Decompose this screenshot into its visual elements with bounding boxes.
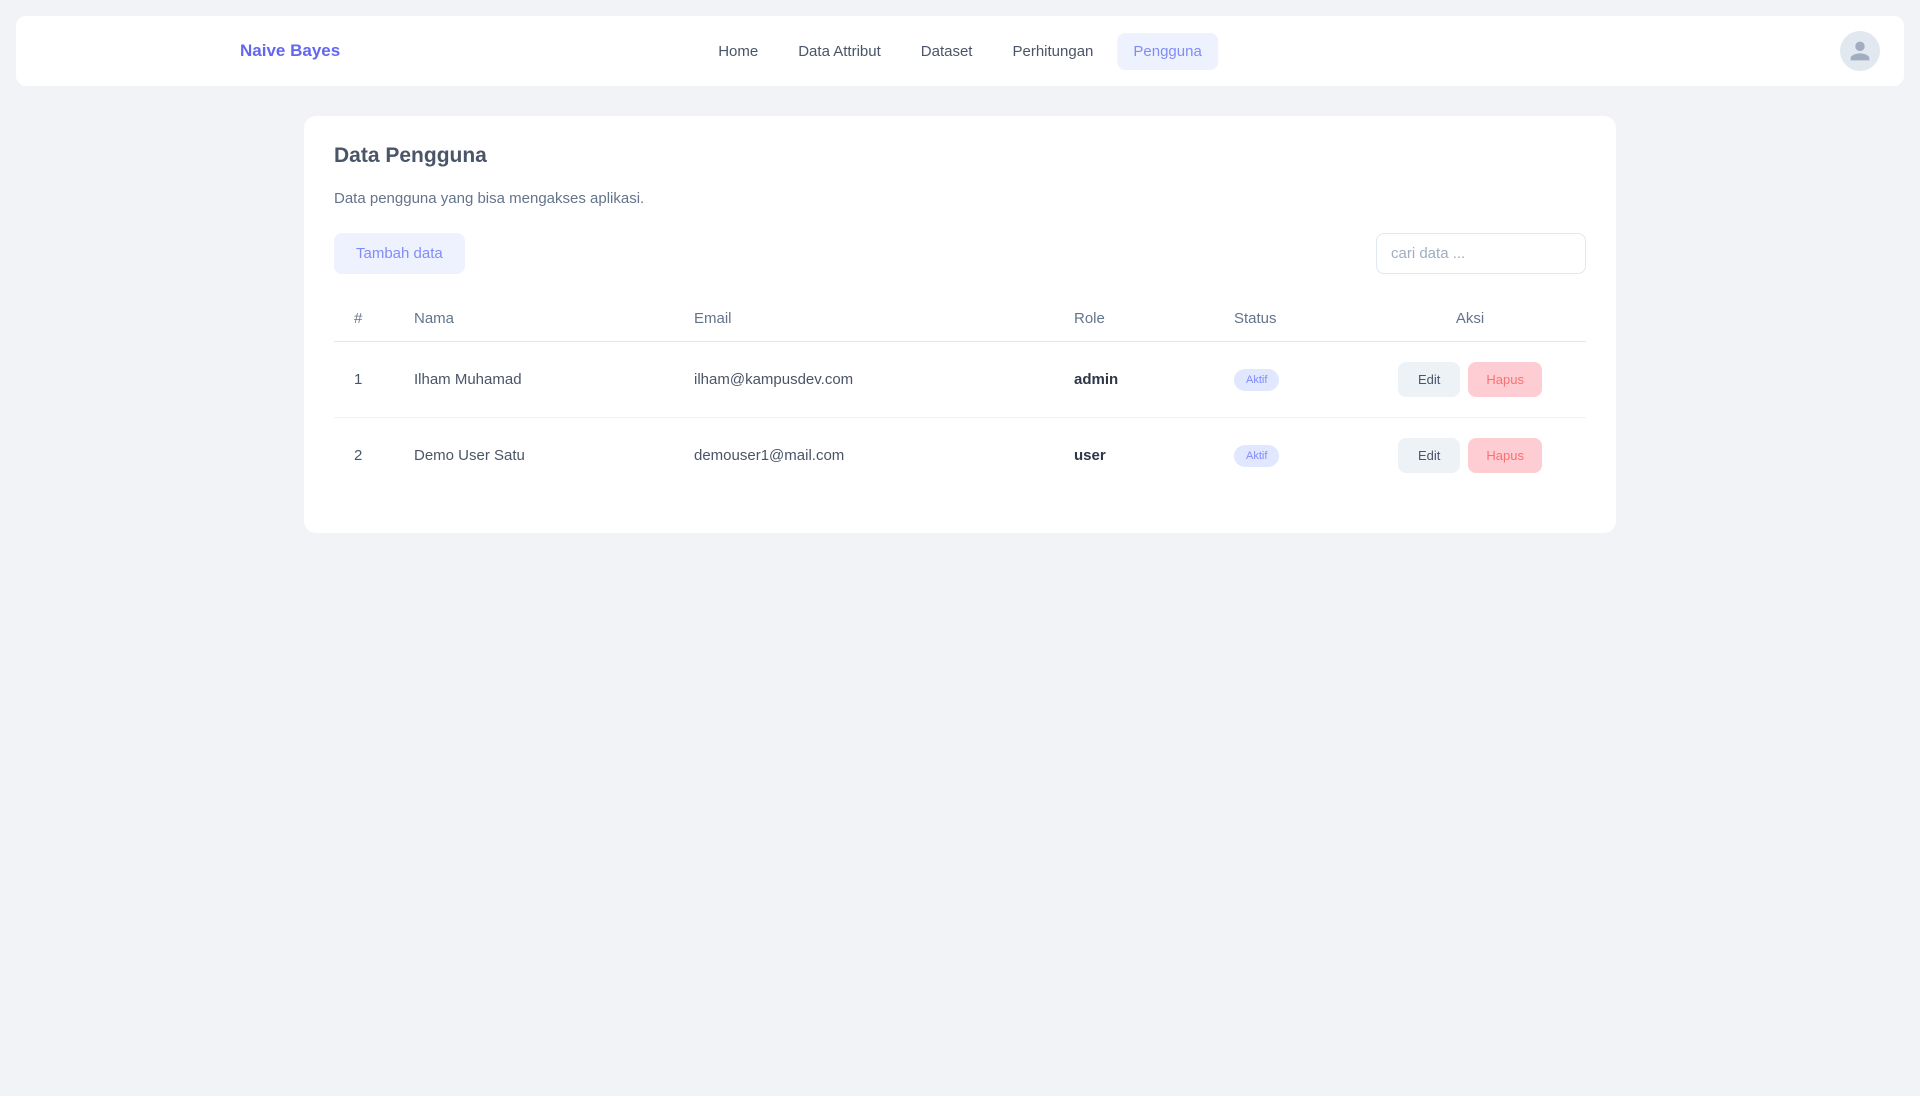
cell-role: user: [1074, 447, 1106, 464]
add-data-button[interactable]: Tambah data: [334, 233, 465, 274]
user-avatar[interactable]: [1840, 31, 1880, 71]
cell-name: Ilham Muhamad: [394, 342, 674, 418]
action-group: Edit Hapus: [1374, 438, 1566, 473]
main-card: Data Pengguna Data pengguna yang bisa me…: [304, 116, 1616, 533]
table-header-status: Status: [1214, 296, 1354, 342]
delete-button[interactable]: Hapus: [1468, 438, 1542, 473]
users-table: # Nama Email Role Status Aksi 1 Ilham Mu…: [334, 296, 1586, 493]
status-badge: Aktif: [1234, 445, 1279, 467]
cell-name: Demo User Satu: [394, 418, 674, 494]
nav-item-pengguna[interactable]: Pengguna: [1117, 33, 1217, 70]
search-input[interactable]: [1376, 233, 1586, 274]
cell-num: 2: [334, 418, 394, 494]
nav-item-perhitungan[interactable]: Perhitungan: [996, 33, 1109, 70]
page-subtitle: Data pengguna yang bisa mengakses aplika…: [334, 190, 1586, 207]
main-nav: Home Data Attribut Dataset Perhitungan P…: [702, 33, 1218, 70]
nav-item-data-attribut[interactable]: Data Attribut: [782, 33, 897, 70]
avatar-icon: [1846, 37, 1874, 65]
cell-email: demouser1@mail.com: [674, 418, 1054, 494]
table-header-num: #: [334, 296, 394, 342]
toolbar: Tambah data: [334, 233, 1586, 274]
table-header-email: Email: [674, 296, 1054, 342]
table-header-name: Nama: [394, 296, 674, 342]
nav-item-home[interactable]: Home: [702, 33, 774, 70]
nav-item-dataset[interactable]: Dataset: [905, 33, 989, 70]
action-group: Edit Hapus: [1374, 362, 1566, 397]
table-row: 1 Ilham Muhamad ilham@kampusdev.com admi…: [334, 342, 1586, 418]
table-header-action: Aksi: [1354, 296, 1586, 342]
topbar: Naive Bayes Home Data Attribut Dataset P…: [16, 16, 1904, 86]
brand-logo[interactable]: Naive Bayes: [240, 41, 340, 61]
cell-num: 1: [334, 342, 394, 418]
status-badge: Aktif: [1234, 369, 1279, 391]
page-title: Data Pengguna: [334, 144, 1586, 168]
cell-role: admin: [1074, 371, 1118, 388]
cell-email: ilham@kampusdev.com: [674, 342, 1054, 418]
edit-button[interactable]: Edit: [1398, 438, 1460, 473]
delete-button[interactable]: Hapus: [1468, 362, 1542, 397]
edit-button[interactable]: Edit: [1398, 362, 1460, 397]
table-header-role: Role: [1054, 296, 1214, 342]
table-row: 2 Demo User Satu demouser1@mail.com user…: [334, 418, 1586, 494]
